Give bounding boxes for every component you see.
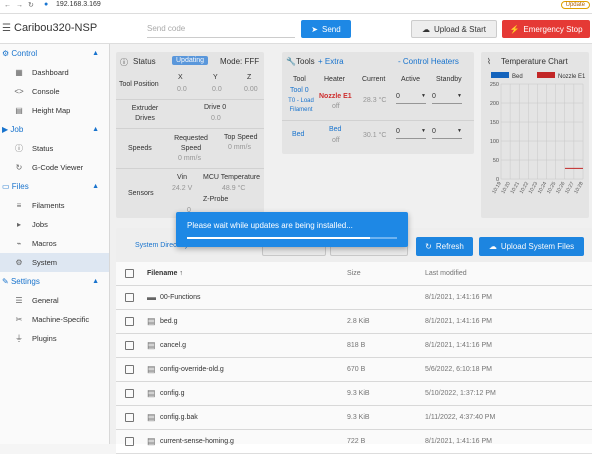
cloud-upload-icon: ☁ [421,24,430,34]
send-button[interactable]: ➤ Send [301,20,351,38]
emergency-stop-button[interactable]: ⚡ Emergency Stop [502,20,590,38]
send-icon: ➤ [311,24,318,34]
site-icon: ● [44,1,49,8]
power-icon: ⚡ [509,24,520,34]
upload-start-button[interactable]: ☁ Upload & Start [411,20,497,38]
app-bar: ☰ Caribou320-NSP Send code ➤ Send ☁ Upload… [0,14,592,44]
browser-bar: ← → ↻ ● 192.168.3.169 Update [0,0,592,14]
reload-icon[interactable]: ↻ [28,1,34,9]
gcode-input[interactable]: Send code [147,20,295,38]
browser-update-button[interactable]: Update [560,1,590,9]
update-message: Please wait while updates are being inst… [187,221,353,230]
url-field[interactable]: 192.168.3.169 [56,1,101,8]
progress-bar [187,237,397,239]
forward-icon[interactable]: → [16,2,23,9]
menu-icon[interactable]: ☰ [2,23,11,34]
send-label: Send [322,24,341,34]
update-progress-dialog: Please wait while updates are being inst… [176,212,408,247]
upload-start-label: Upload & Start [433,24,487,34]
progress-fill [187,237,370,239]
emergency-label: Emergency Stop [523,24,583,34]
back-icon[interactable]: ← [4,2,11,9]
app-title: Caribou320-NSP [14,22,98,34]
